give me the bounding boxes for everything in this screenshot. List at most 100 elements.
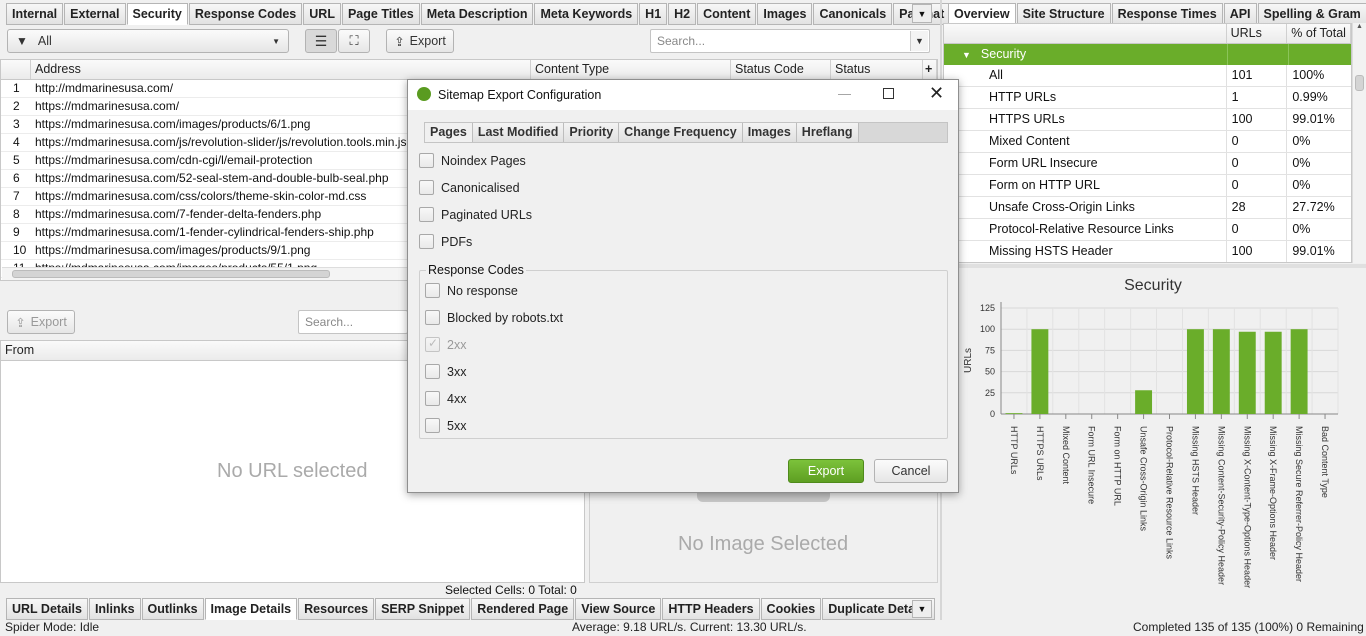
tab-content[interactable]: Content (697, 3, 757, 25)
overview-row-https-urls[interactable]: HTTPS URLs 100 99.01% (944, 109, 1351, 131)
overview-row-label: HTTPS URLs (944, 109, 1227, 130)
tab-page-titles[interactable]: Page Titles (341, 3, 420, 25)
overview-row-http-urls[interactable]: HTTP URLs 1 0.99% (944, 87, 1351, 109)
tab-h1[interactable]: H1 (639, 3, 668, 25)
checkbox[interactable] (419, 207, 434, 222)
dialog-tab-priority[interactable]: Priority (564, 123, 620, 142)
option-blocked-by-robots-txt[interactable]: Blocked by robots.txt (425, 310, 563, 325)
dialog-tab-hreflang[interactable]: Hreflang (796, 123, 859, 142)
option-paginated-urls[interactable]: Paginated URLs (419, 207, 532, 222)
overview-scrollbar[interactable]: ▲ (1352, 23, 1366, 263)
y-tick-label: 125 (980, 303, 995, 313)
checkbox[interactable] (425, 310, 440, 325)
section-security[interactable]: ▼ Security (944, 44, 1351, 65)
bottom-tab-overflow-button[interactable]: ▼ (912, 600, 932, 618)
right-tab-spelling-gram[interactable]: Spelling & Gram (1257, 3, 1366, 25)
right-tab-response-times[interactable]: Response Times (1111, 3, 1223, 25)
search-input[interactable]: Search... ▼ (650, 29, 930, 53)
overview-row-form-on-http-url[interactable]: Form on HTTP URL 0 0% (944, 175, 1351, 197)
lower-export-button[interactable]: ⇪ Export (7, 310, 75, 334)
tab-overflow-button[interactable]: ▼ (912, 4, 932, 23)
tab-url[interactable]: URL (303, 3, 341, 25)
col-content-type[interactable]: Content Type (531, 60, 731, 79)
bottom-tab-serp-snippet[interactable]: SERP Snippet (375, 598, 471, 620)
tab-canonicals[interactable]: Canonicals (813, 3, 893, 25)
overview-row-protocol-relative-resource-links[interactable]: Protocol-Relative Resource Links 0 0% (944, 219, 1351, 241)
col-status-code[interactable]: Status Code (731, 60, 831, 79)
option-5xx[interactable]: 5xx (425, 418, 466, 433)
tab-meta-keywords[interactable]: Meta Keywords (534, 3, 639, 25)
dialog-tab-images[interactable]: Images (742, 123, 797, 142)
close-icon[interactable]: ✕ (929, 83, 944, 104)
option-4xx[interactable]: 4xx (425, 391, 466, 406)
col-status[interactable]: Status (831, 60, 923, 79)
filter-dropdown[interactable]: ▼ All ▼ (7, 29, 289, 53)
lower-search-input[interactable]: Search... (298, 310, 408, 334)
col-urls[interactable]: URLs (1227, 24, 1288, 43)
tab-images[interactable]: Images (757, 3, 813, 25)
dialog-tab-change-frequency[interactable]: Change Frequency (619, 123, 743, 142)
maximize-icon[interactable] (883, 88, 894, 99)
bottom-tab-view-source[interactable]: View Source (575, 598, 662, 620)
add-column-icon[interactable]: + (923, 60, 937, 79)
overview-row-mixed-content[interactable]: Mixed Content 0 0% (944, 131, 1351, 153)
col-percent[interactable]: % of Total (1287, 24, 1351, 43)
tab-h2[interactable]: H2 (668, 3, 697, 25)
bottom-tab-image-details[interactable]: Image Details (204, 598, 298, 620)
collapse-icon[interactable]: ▼ (962, 50, 971, 60)
option-3xx[interactable]: 3xx (425, 364, 466, 379)
bar-missing-content-security-policy-header (1212, 329, 1230, 414)
tab-response-codes[interactable]: Response Codes (188, 3, 303, 25)
scroll-up-icon[interactable]: ▲ (1353, 23, 1366, 30)
overview-row-unsafe-cross-origin-links[interactable]: Unsafe Cross-Origin Links 28 27.72% (944, 197, 1351, 219)
right-tab-overview[interactable]: Overview (948, 3, 1016, 25)
bottom-tab-resources[interactable]: Resources (298, 598, 375, 620)
tab-meta-description[interactable]: Meta Description (420, 3, 534, 25)
overview-row-form-url-insecure[interactable]: Form URL Insecure 0 0% (944, 153, 1351, 175)
option-no-response[interactable]: No response (425, 283, 518, 298)
dialog-export-button[interactable]: Export (788, 459, 864, 483)
dialog-titlebar[interactable]: Sitemap Export Configuration — ✕ (408, 80, 958, 110)
bottom-tab-cookies[interactable]: Cookies (760, 598, 822, 620)
dialog-tab-last-modified[interactable]: Last Modified (472, 123, 565, 142)
bottom-tab-url-details[interactable]: URL Details (6, 598, 88, 620)
col-address[interactable]: Address (31, 60, 531, 79)
export-button[interactable]: ⇪ Export (386, 29, 454, 53)
minimize-icon[interactable]: — (838, 86, 851, 101)
bottom-tab-rendered-page[interactable]: Rendered Page (471, 598, 575, 620)
option-pdfs[interactable]: PDFs (419, 234, 472, 249)
checkbox[interactable] (419, 180, 434, 195)
scroll-thumb[interactable] (1355, 75, 1364, 91)
right-tab-site-structure[interactable]: Site Structure (1016, 3, 1111, 25)
bottom-tab-http-headers[interactable]: HTTP Headers (662, 598, 760, 620)
checkbox[interactable] (425, 364, 440, 379)
dialog-tab-pages[interactable]: Pages (425, 123, 473, 142)
right-tab-api[interactable]: API (1223, 3, 1257, 25)
bottom-tab-inlinks[interactable]: Inlinks (88, 598, 141, 620)
tab-external[interactable]: External (64, 3, 126, 25)
row-index: 10 (13, 243, 27, 257)
bottom-tab-outlinks[interactable]: Outlinks (141, 598, 204, 620)
checkbox[interactable] (425, 391, 440, 406)
tree-view-button[interactable]: ⛶ (338, 29, 370, 53)
checkbox[interactable] (425, 283, 440, 298)
scroll-thumb[interactable] (12, 270, 330, 278)
checkbox[interactable] (419, 153, 434, 168)
list-view-button[interactable]: ☰ (305, 29, 337, 53)
tab-internal[interactable]: Internal (6, 3, 64, 25)
col-name[interactable] (944, 24, 1227, 43)
list-icon: ☰ (314, 32, 328, 49)
checkbox[interactable] (419, 234, 434, 249)
overview-row-percent: 99.01% (1292, 244, 1335, 258)
chevron-down-icon[interactable]: ▼ (910, 31, 928, 51)
overview-row-all[interactable]: All 101 100% (944, 65, 1351, 87)
x-tick-label: Missing X-Content-Type-Options Header (1242, 426, 1252, 588)
overview-row-missing-hsts-header[interactable]: Missing HSTS Header 100 99.01% (944, 241, 1351, 262)
checkbox[interactable] (425, 418, 440, 433)
tab-security[interactable]: Security (126, 3, 188, 25)
option-canonicalised[interactable]: Canonicalised (419, 180, 520, 195)
col-index[interactable] (1, 60, 31, 79)
option-noindex-pages[interactable]: Noindex Pages (419, 153, 526, 168)
bar-http-urls (1005, 413, 1023, 414)
dialog-cancel-button[interactable]: Cancel (874, 459, 948, 483)
